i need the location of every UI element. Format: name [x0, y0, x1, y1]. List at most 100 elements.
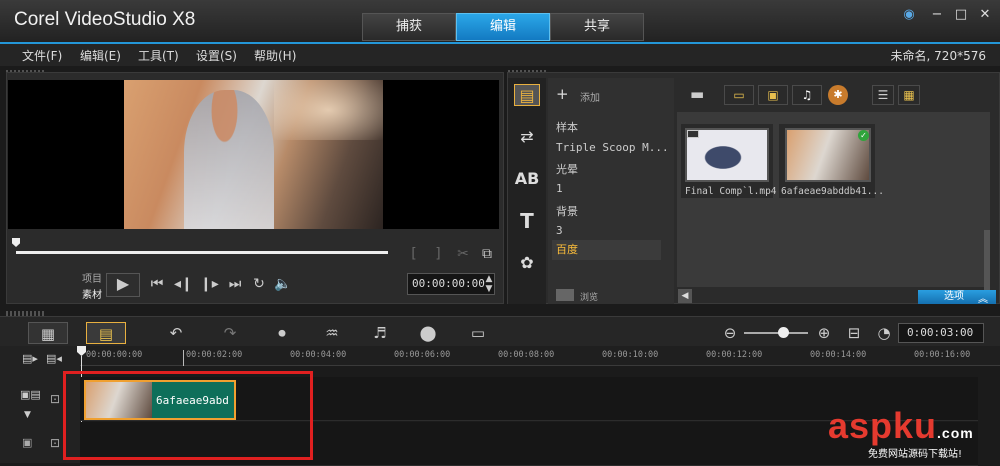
add-folder-label[interactable]: 添加: [580, 89, 600, 104]
app-title: Corel VideoStudio X8: [14, 9, 196, 30]
show-audio-icon[interactable]: ♫: [792, 85, 822, 105]
preview-frame: [124, 80, 383, 229]
ruler-tick: 00:00:12:00: [706, 350, 763, 360]
thumbnail-caption: 6afaeae9abddb41...: [781, 186, 884, 197]
auto-music-icon[interactable]: ♬: [366, 322, 394, 344]
undo-icon[interactable]: ↶: [162, 322, 190, 344]
end-icon[interactable]: ⏭: [226, 274, 244, 294]
show-photos-icon[interactable]: ▣: [758, 85, 788, 105]
folder-list: [548, 78, 674, 304]
mark-in-button[interactable]: [: [408, 244, 420, 264]
watermark-logo: aspku.com: [828, 405, 974, 447]
text-icon[interactable]: T: [514, 210, 540, 232]
ruler-tick: 00:00:10:00: [602, 350, 659, 360]
ruler-tick: 00:00:04:00: [290, 350, 347, 360]
home-icon[interactable]: ⏮: [148, 274, 166, 294]
browse-label[interactable]: 浏览: [580, 290, 598, 303]
zoom-out-icon[interactable]: ⊖: [716, 322, 744, 344]
mode-clip[interactable]: 素材: [82, 286, 102, 301]
project-duration: 0:00:03:00: [898, 323, 984, 343]
ruler-tick: 00:00:02:00: [186, 350, 243, 360]
chapter-point-icon[interactable]: ▤◂: [46, 352, 62, 365]
ruler-tick: 00:00:08:00: [498, 350, 555, 360]
ruler-marker: [183, 350, 184, 366]
filter-icon[interactable]: ✿: [514, 252, 540, 274]
timecode-stepper-icon[interactable]: ▲ ▼: [484, 274, 494, 294]
tab-share[interactable]: 共享: [550, 13, 644, 41]
fit-project-icon[interactable]: ⊟: [840, 322, 868, 344]
video-badge-icon: [687, 130, 699, 138]
menu-edit[interactable]: 编辑(E): [80, 47, 121, 64]
scrub-bar[interactable]: [16, 251, 388, 254]
mode-project[interactable]: 项目: [82, 270, 102, 285]
menu-file[interactable]: 文件(F): [22, 47, 62, 64]
ruler-tick: 00:00:14:00: [810, 350, 867, 360]
minimize-icon[interactable]: −: [928, 6, 946, 24]
redo-icon[interactable]: ↷: [216, 322, 244, 344]
folder-item-selected[interactable]: 百度: [552, 240, 661, 260]
project-duration-icon[interactable]: ◔: [870, 322, 898, 344]
track-expand-icon[interactable]: ▼: [24, 410, 31, 420]
menu-settings[interactable]: 设置(S): [196, 47, 237, 64]
maximize-icon[interactable]: □: [952, 6, 970, 24]
folder-item[interactable]: 1: [556, 182, 563, 195]
tab-capture[interactable]: 捕获: [362, 13, 456, 41]
folder-open-icon[interactable]: ▬: [690, 85, 710, 103]
folder-item[interactable]: 光晕: [556, 161, 578, 177]
transition-icon[interactable]: ⇄: [514, 126, 540, 148]
show-videos-icon[interactable]: ▭: [724, 85, 754, 105]
zoom-in-icon[interactable]: ⊕: [810, 322, 838, 344]
add-icon[interactable]: +: [556, 87, 569, 102]
menu-help[interactable]: 帮助(H): [254, 47, 296, 64]
track-visible-icon[interactable]: ▣▤: [20, 388, 41, 401]
scissors-icon[interactable]: ✂: [456, 244, 470, 264]
subtitle-editor-icon[interactable]: ▭: [464, 322, 492, 344]
enlarge-icon[interactable]: ⧉: [480, 244, 494, 264]
track-manager-icon[interactable]: ▤▸: [22, 352, 38, 365]
collapse-left-icon[interactable]: ◀: [678, 289, 692, 303]
folder-item[interactable]: 背景: [556, 203, 578, 219]
play-button[interactable]: ▶: [106, 273, 140, 297]
overlay-track-icon: ⊡: [50, 436, 61, 450]
ruler-tick: 00:00:00:00: [86, 350, 143, 360]
video-track-icon: ⊡: [50, 392, 61, 406]
thumbnail-caption: Final Comp`l.mp4: [685, 186, 777, 197]
storyboard-view-icon[interactable]: ▦: [28, 322, 68, 344]
next-frame-icon[interactable]: ❙▸: [200, 274, 219, 294]
motion-tracking-icon[interactable]: ⬤: [414, 322, 442, 344]
chevron-up-icon[interactable]: ︽: [978, 290, 988, 305]
zoom-slider-handle[interactable]: [778, 327, 789, 338]
player-timecode[interactable]: 00:00:00:00: [407, 273, 495, 295]
volume-icon[interactable]: 🔈: [274, 274, 292, 294]
timeline-view-icon[interactable]: ▤: [86, 322, 126, 344]
runner-figure: [184, 90, 274, 229]
menu-tools[interactable]: 工具(T): [138, 47, 179, 64]
watermark-subtitle: 免费网站源码下载站!: [868, 449, 963, 460]
tab-edit[interactable]: 编辑: [456, 13, 550, 41]
mark-out-button[interactable]: ]: [432, 244, 444, 264]
folder-item[interactable]: 3: [556, 224, 563, 237]
folder-item[interactable]: 样本: [556, 119, 578, 135]
library-scrollbar[interactable]: [984, 230, 990, 290]
folder-item[interactable]: Triple Scoop M...: [556, 141, 669, 154]
overlay-visible-icon[interactable]: ▣: [22, 436, 32, 449]
list-view-icon[interactable]: ☰: [872, 85, 894, 105]
close-icon[interactable]: ✕: [976, 6, 994, 24]
online-media-icon[interactable]: ✱: [828, 85, 848, 105]
record-capture-icon[interactable]: ⏺: [268, 322, 296, 344]
browse-icon[interactable]: [556, 289, 574, 301]
zoom-slider[interactable]: [744, 332, 808, 334]
media-icon[interactable]: ▤: [514, 84, 540, 106]
ruler-tick: 00:00:06:00: [394, 350, 451, 360]
repeat-icon[interactable]: ↻: [250, 274, 268, 294]
thumbnail-view-icon[interactable]: ▦: [898, 85, 920, 105]
sound-mixer-icon[interactable]: ♒: [318, 322, 346, 344]
watermark-main: aspku: [828, 405, 938, 446]
check-icon: ✓: [858, 130, 869, 141]
watermark-suffix: .com: [937, 425, 974, 441]
ruler-tick: 00:00:16:00: [914, 350, 971, 360]
previous-frame-icon[interactable]: ◂❙: [174, 274, 193, 294]
globe-icon[interactable]: ◉: [900, 6, 918, 24]
title-ab-icon[interactable]: AB: [514, 168, 540, 190]
project-info: 未命名, 720*576: [890, 49, 986, 63]
